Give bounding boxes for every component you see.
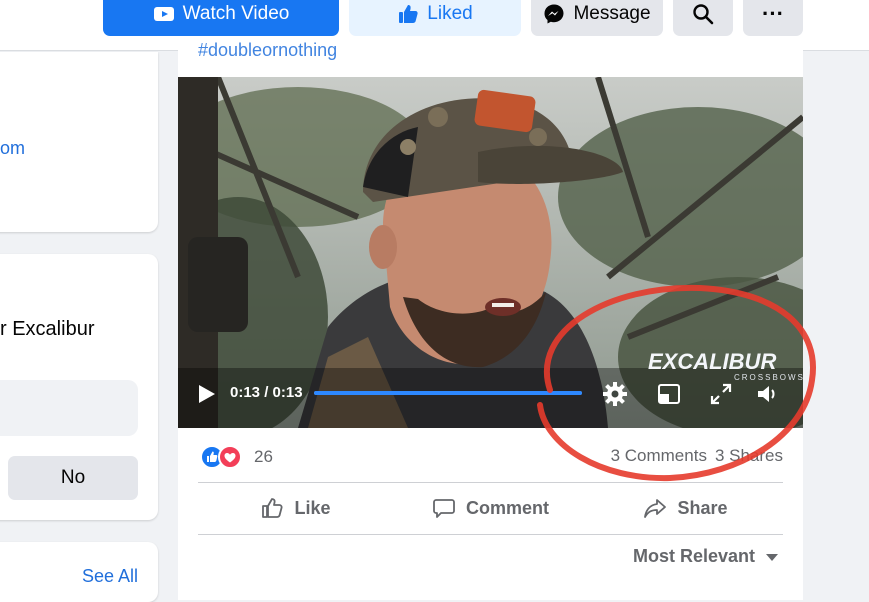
comment-icon	[433, 499, 455, 518]
left-photos-card: See All	[0, 542, 158, 602]
video-player[interactable]: EXCALIBUR CROSSBOWS 0:13 / 0:13	[178, 77, 803, 428]
caret-down-icon	[766, 553, 778, 561]
share-label: Share	[677, 497, 728, 518]
like-love-reaction-icons	[200, 445, 242, 469]
liked-label: Liked	[427, 3, 473, 24]
comment-label: Comment	[465, 497, 549, 518]
liked-button[interactable]: Liked	[349, 0, 521, 36]
left-info-card: om	[0, 52, 158, 232]
post-card: #doubleornothing EXCALIBUR CROSSBOWS 0:1…	[178, 40, 803, 600]
video-progress-bar[interactable]	[314, 391, 582, 395]
comments-count-link[interactable]: 3 Comments	[611, 446, 707, 466]
search-icon	[693, 4, 714, 25]
comment-sort-dropdown[interactable]: Most Relevant	[633, 546, 779, 567]
sort-label: Most Relevant	[632, 546, 755, 566]
hashtag-link[interactable]: #doubleornothing	[198, 40, 337, 61]
shares-count-link[interactable]: 3 Shares	[715, 446, 783, 466]
reaction-count: 26	[254, 447, 273, 466]
volume-icon[interactable]	[754, 381, 780, 407]
website-link[interactable]: om	[0, 138, 25, 159]
like-label: Like	[294, 497, 331, 518]
video-controls: 0:13 / 0:13	[178, 368, 803, 428]
watch-video-button[interactable]: Watch Video	[103, 0, 339, 36]
video-timecode: 0:13 / 0:13	[230, 384, 303, 401]
more-options-button[interactable]: ···	[743, 0, 803, 36]
question-text: r Excalibur	[0, 318, 95, 340]
messenger-icon	[544, 4, 564, 24]
like-button[interactable]: Like	[198, 483, 393, 533]
video-progress-fill	[314, 391, 582, 395]
watch-video-label: Watch Video	[182, 3, 290, 24]
post-action-bar: Like Comment Share	[198, 483, 783, 533]
divider-bottom	[198, 534, 783, 535]
search-button[interactable]	[673, 0, 733, 36]
thumbs-up-icon	[399, 5, 418, 23]
more-icon: ···	[762, 1, 784, 26]
see-all-link[interactable]: See All	[82, 566, 138, 587]
comment-button[interactable]: Comment	[393, 483, 588, 533]
answer-field[interactable]	[0, 380, 138, 436]
no-button[interactable]: No	[8, 456, 138, 500]
message-label: Message	[573, 3, 651, 24]
reactions-summary[interactable]: 26	[200, 445, 273, 469]
share-arrow-icon	[644, 499, 667, 518]
picture-in-picture-icon[interactable]	[656, 381, 682, 407]
left-question-card: r Excalibur No	[0, 254, 158, 520]
play-icon[interactable]	[194, 382, 218, 406]
share-button[interactable]: Share	[588, 483, 783, 533]
no-label: No	[60, 467, 86, 488]
message-button[interactable]: Message	[531, 0, 663, 36]
fullscreen-icon[interactable]	[708, 381, 734, 407]
post-stats: 3 Comments 3 Shares	[611, 446, 783, 466]
thumbs-up-outline-icon	[262, 498, 284, 518]
video-icon	[153, 7, 174, 21]
settings-gear-icon[interactable]	[602, 381, 628, 407]
